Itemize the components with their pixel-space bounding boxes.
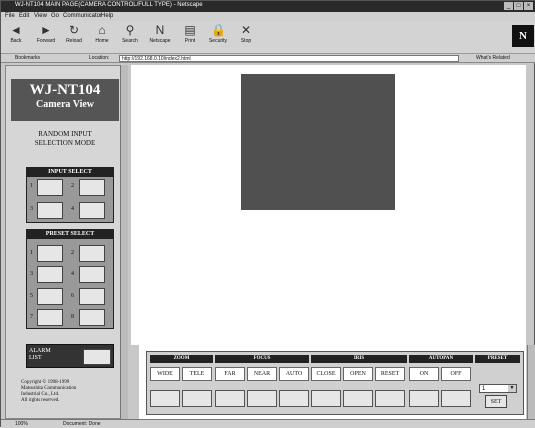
alarm-list-panel: ALARM LIST xyxy=(26,344,114,368)
chevron-down-icon: ▼ xyxy=(508,385,516,392)
menu-view[interactable]: View xyxy=(34,13,47,19)
netscape-button[interactable]: N Netscape xyxy=(147,23,173,53)
input-4-button[interactable] xyxy=(79,202,105,219)
preset-5-button[interactable] xyxy=(37,288,63,305)
menu-communicator[interactable]: Communicator xyxy=(63,13,102,19)
mode-label-line2: SELECTION MODE xyxy=(34,139,96,147)
auto-focus-label: AUTO xyxy=(279,367,309,381)
forward-button[interactable]: ► Forward xyxy=(33,23,59,53)
stop-icon: ✕ xyxy=(240,23,252,37)
location-label: Location: xyxy=(89,55,110,61)
home-button[interactable]: ⌂ Home xyxy=(89,23,115,53)
preset-set-button[interactable]: SET xyxy=(485,395,507,408)
alarm-list-label: ALARM LIST xyxy=(29,348,51,361)
menu-edit[interactable]: Edit xyxy=(19,13,29,19)
window-title: WJ-NT104 MAIN PAGE(CAMERA CONTROL/FULL T… xyxy=(15,2,203,8)
wide-label: WIDE xyxy=(150,367,180,381)
copyright-text: Copyright © 1998-1999 Matsushita Communi… xyxy=(21,380,77,403)
menu-help[interactable]: Help xyxy=(101,13,113,19)
preset-3-button[interactable] xyxy=(37,266,63,283)
input-select-header: INPUT SELECT xyxy=(27,168,113,177)
title-bar: WJ-NT104 MAIN PAGE(CAMERA CONTROL/FULL T… xyxy=(1,1,535,12)
zoom-tele-button[interactable] xyxy=(182,390,212,407)
preset-6-button[interactable] xyxy=(79,288,105,305)
preset-4-button[interactable] xyxy=(79,266,105,283)
control-frame-scrollbar[interactable] xyxy=(527,345,535,419)
iris-open-button[interactable] xyxy=(343,390,373,407)
preset-number-select[interactable]: 1 ▼ xyxy=(479,384,517,393)
security-button[interactable]: 🔒 Security xyxy=(205,23,231,53)
tele-label: TELE xyxy=(182,367,212,381)
netscape-icon: N xyxy=(155,23,165,37)
near-label: NEAR xyxy=(247,367,277,381)
iris-close-button[interactable] xyxy=(311,390,341,407)
autopan-off-label: OFF xyxy=(441,367,471,381)
menu-bar: File Edit View Go Communicator Help xyxy=(1,12,535,21)
search-button[interactable]: ⚲ Search xyxy=(117,23,143,53)
far-label: FAR xyxy=(215,367,245,381)
stop-button[interactable]: ✕ Stop xyxy=(233,23,259,53)
minimize-button[interactable]: _ xyxy=(504,2,513,10)
zoom-wide-button[interactable] xyxy=(150,390,180,407)
focus-group-header: FOCUS xyxy=(215,355,309,363)
security-icon: 🔒 xyxy=(211,23,226,37)
autopan-on-label: ON xyxy=(409,367,439,381)
mode-label-line1: RANDOM INPUT xyxy=(38,130,92,138)
window-controls: _ □ × xyxy=(504,2,533,10)
reload-button[interactable]: ↻ Reload xyxy=(61,23,87,53)
menu-file[interactable]: File xyxy=(5,13,15,19)
url-input[interactable]: http://192.168.0.10/index2.html xyxy=(119,55,459,62)
back-button[interactable]: ◄ Back xyxy=(3,23,29,53)
focus-near-button[interactable] xyxy=(247,390,277,407)
zoom-group-header: ZOOM xyxy=(150,355,213,363)
menu-go[interactable]: Go xyxy=(51,13,59,19)
close-iris-label: CLOSE xyxy=(311,367,341,381)
preset-7-button[interactable] xyxy=(37,309,63,326)
focus-far-button[interactable] xyxy=(215,390,245,407)
browser-window: WJ-NT104 MAIN PAGE(CAMERA CONTROL/FULL T… xyxy=(0,0,535,428)
input-2-button[interactable] xyxy=(79,179,105,196)
preset-group-header: PRESET xyxy=(475,355,520,363)
print-button[interactable]: ▤ Print xyxy=(177,23,203,53)
input-3-button[interactable] xyxy=(37,202,63,219)
navigation-toolbar: ◄ Back ► Forward ↻ Reload ⌂ Home ⚲ Searc… xyxy=(1,21,535,54)
preset-1-button[interactable] xyxy=(37,245,63,262)
autopan-group-header: AUTOPAN xyxy=(409,355,473,363)
whats-related-button[interactable]: What's Related xyxy=(476,55,510,61)
preset-2-button[interactable] xyxy=(79,245,105,262)
focus-auto-button[interactable] xyxy=(279,390,309,407)
reset-iris-label: RESET xyxy=(375,367,405,381)
preset-select-header: PRESET SELECT xyxy=(27,230,113,239)
forward-arrow-icon: ► xyxy=(40,23,52,37)
iris-reset-button[interactable] xyxy=(375,390,405,407)
print-icon: ▤ xyxy=(184,23,196,37)
maximize-button[interactable]: □ xyxy=(514,2,523,10)
camera-image[interactable] xyxy=(241,74,395,210)
close-button[interactable]: × xyxy=(524,2,533,10)
status-text: Document: Done xyxy=(63,421,101,427)
search-icon: ⚲ xyxy=(125,23,135,37)
left-frame-scrollbar[interactable] xyxy=(120,65,128,419)
page-title: WJ-NT104 Camera View xyxy=(11,79,119,121)
input-1-button[interactable] xyxy=(37,179,63,196)
bookmarks-button[interactable]: Bookmarks xyxy=(15,55,40,61)
autopan-on-button[interactable] xyxy=(409,390,439,407)
preset-8-button[interactable] xyxy=(79,309,105,326)
home-icon: ⌂ xyxy=(98,23,106,37)
location-bar: Bookmarks Location: http://192.168.0.10/… xyxy=(1,54,535,63)
open-iris-label: OPEN xyxy=(343,367,373,381)
netscape-logo: N xyxy=(512,25,534,47)
alarm-list-button[interactable] xyxy=(83,349,111,365)
iris-group-header: IRIS xyxy=(311,355,407,363)
back-arrow-icon: ◄ xyxy=(10,23,22,37)
status-percent: 100% xyxy=(15,421,28,427)
reload-icon: ↻ xyxy=(68,23,80,37)
autopan-off-button[interactable] xyxy=(441,390,471,407)
